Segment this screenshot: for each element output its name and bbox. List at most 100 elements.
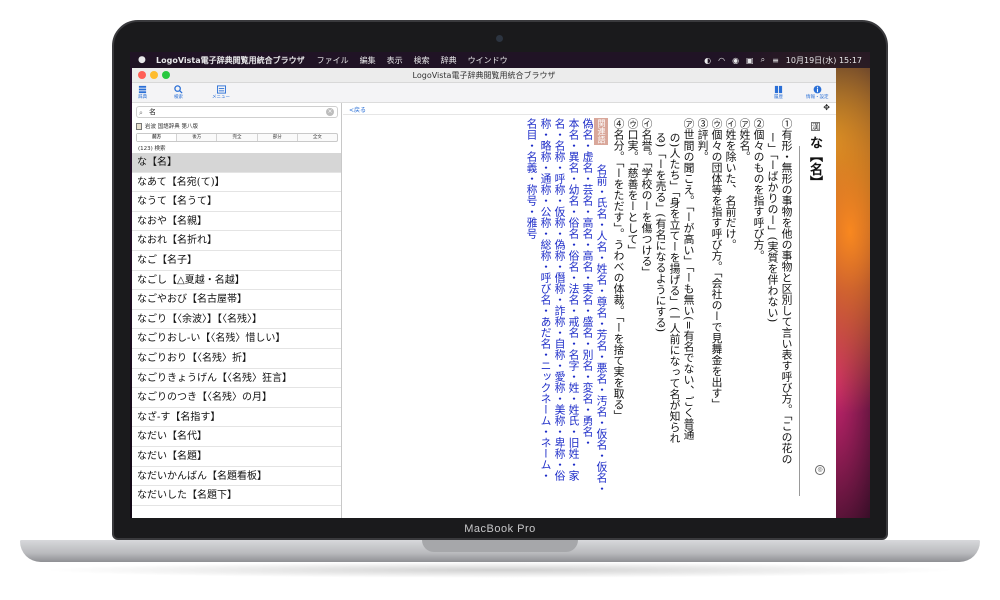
back-button[interactable]: <戻る (349, 105, 366, 114)
close-icon[interactable] (138, 71, 146, 79)
entry-line: ③評判。 (696, 118, 709, 162)
kanji-icon[interactable]: 漢 (811, 122, 820, 131)
list-item[interactable]: なごし【△夏越・名越】 (132, 271, 341, 291)
zoom-icon[interactable] (162, 71, 170, 79)
dictionaries-button[interactable]: 辞典 (138, 85, 147, 100)
laptop-shadow (40, 562, 960, 578)
dictionary-name: 岩波 国語辞典 第八版 (145, 124, 198, 130)
history-icon (774, 85, 783, 94)
entry-pane: <戻る ✥ 漢 な【名】 ①有形・無形の事物を他の事物と区別して言い表す呼び方。… (343, 103, 836, 518)
menu-icon (216, 85, 226, 94)
list-item[interactable]: なおれ【名折れ】 (132, 231, 341, 251)
read-aloud-icon[interactable]: ◎ (815, 465, 825, 475)
user-icon[interactable]: ◉ (732, 56, 739, 65)
mode-exact[interactable]: 完全 (217, 134, 258, 141)
dictionary-selector[interactable]: 岩波 国語辞典 第八版 (136, 122, 198, 130)
toolbar: 辞典 検索 メニュー 履歴 情報・設定 (132, 83, 836, 103)
menu-button[interactable]: メニュー (212, 85, 230, 100)
search-icon[interactable]: ⌕ (761, 55, 765, 65)
related-line[interactable]: 称・略称・通称・公称・総称・呼び名・あだ名・ニックネーム・ネーム・ (538, 118, 552, 481)
search-button[interactable]: 検索 (174, 85, 183, 100)
entry-line: ㋒口実。「慈善をーとして」 (626, 118, 639, 256)
menu-label: メニュー (212, 95, 230, 100)
list-item[interactable]: なごり【〈余波〉】【〈名残〉】 (132, 310, 341, 330)
mode-suffix[interactable]: 後方 (177, 134, 218, 141)
menu-file[interactable]: ファイル (317, 55, 349, 66)
wifi-icon[interactable]: ◠ (718, 56, 725, 65)
history-button[interactable]: 履歴 (774, 85, 783, 100)
menu-app-name[interactable]: LogoVista電子辞典閲覧用統合ブラウザ (156, 55, 305, 66)
history-label: 履歴 (774, 95, 783, 100)
mode-fulltext[interactable]: 全文 (298, 134, 337, 141)
magnifier-icon (174, 85, 183, 94)
list-item[interactable]: な【名】 (132, 153, 341, 173)
device-label: MacBook Pro (464, 523, 536, 535)
list-item[interactable]: なご【名子】 (132, 251, 341, 271)
divider (799, 146, 800, 496)
sidebar: ⌕ 名 × 岩波 国語辞典 第八版 前方 後方 完全 部分 全文 (123) 検… (132, 103, 342, 518)
info-label: 情報・設定 (806, 95, 829, 100)
mode-prefix[interactable]: 前方 (137, 134, 178, 141)
related-line[interactable]: 偽名・虚名・芸名・高名・高名・実名・盛名・別名・変名・勇名・ (580, 118, 594, 448)
search-value: 名 (149, 108, 156, 116)
list-item[interactable]: なごやおび【名古屋帯】 (132, 290, 341, 310)
move-icon[interactable]: ✥ (823, 103, 830, 112)
search-label: 検索 (174, 95, 183, 100)
entry-line: ㋐姓名。 (738, 118, 751, 162)
window-title: LogoVista電子辞典閲覧用統合ブラウザ (412, 71, 556, 80)
result-list: な【名】 なあて【名宛(て)】 なうて【名うて】 なおや【名親】 なおれ【名折れ… (132, 153, 341, 506)
related-line[interactable]: 本名・異名・幼名・俗名・俗名・法名・戒名・名字・姓・姓氏・旧姓・家 (566, 118, 580, 481)
list-item[interactable]: なあて【名宛(て)】 (132, 173, 341, 193)
input-method-icon[interactable]: ▣ (746, 56, 754, 65)
related-line[interactable]: 名・名称・呼称・仮称・偽称・僭称・詐称・自称・愛称・美称・卑称・俗 (552, 118, 566, 481)
info-icon (813, 85, 822, 94)
entry-line: ②個々のものを指す呼び方。 (752, 118, 765, 261)
menu-dictionary[interactable]: 辞典 (441, 55, 457, 66)
list-item[interactable]: なおや【名親】 (132, 212, 341, 232)
laptop-notch (422, 540, 578, 552)
list-item[interactable]: なごりのつき【〈名残〉の月】 (132, 388, 341, 408)
app-window: LogoVista電子辞典閲覧用統合ブラウザ 辞典 検索 メニュー 履歴 情報・… (132, 68, 836, 518)
list-item[interactable]: なごりおし-い【〈名残〉惜しい】 (132, 329, 341, 349)
list-item[interactable]: なうて【名うて】 (132, 192, 341, 212)
minimize-icon[interactable] (150, 71, 158, 79)
list-item[interactable]: なざ-す【名指す】 (132, 408, 341, 428)
laptop: MacBook Pro ● LogoVista電子辞典閲覧用統合ブラウザ ファイ… (0, 0, 1000, 600)
list-item[interactable]: なだい【名題】 (132, 447, 341, 467)
apple-icon[interactable]: ● (138, 55, 150, 65)
menu-bar: ● LogoVista電子辞典閲覧用統合ブラウザ ファイル 編集 表示 検索 辞… (130, 52, 870, 68)
list-item[interactable]: なごりきょうげん【〈名残〉狂言】 (132, 369, 341, 389)
list-item[interactable]: なだい【名代】 (132, 427, 341, 447)
screen: ● LogoVista電子辞典閲覧用統合ブラウザ ファイル 編集 表示 検索 辞… (130, 52, 870, 518)
entry-line: る)「ーを売る」(有名になるようにする) (654, 132, 667, 333)
menu-search[interactable]: 検索 (414, 55, 430, 66)
info-button[interactable]: 情報・設定 (806, 85, 829, 100)
window-titlebar: LogoVista電子辞典閲覧用統合ブラウザ (132, 68, 836, 83)
mode-partial[interactable]: 部分 (258, 134, 298, 141)
entry-line: ㋑姓を除いた、名前だけ。 (724, 118, 737, 250)
clear-search-icon[interactable]: × (326, 108, 334, 116)
window-controls (138, 71, 170, 79)
entry-line: ④名分。「ーをただす」。うわべの体裁。「ーを捨て実を取る」 (612, 118, 625, 421)
search-input[interactable]: ⌕ 名 × (136, 106, 338, 118)
related-line[interactable]: 名前・氏名・人名・姓名・尊名・芳名・悪名・汚名・仮名・仮名・ (594, 164, 608, 494)
status-area: ◐ ◠ ◉ ▣ ⌕ ≡ 10月19日(水) 15:17 (704, 55, 862, 66)
list-item[interactable]: なごりおり【〈名残〉折】 (132, 349, 341, 369)
related-line[interactable]: 名目・名義・称号・雅号 (524, 118, 538, 239)
list-item[interactable]: なだいした【名題下】 (132, 486, 341, 506)
book-icon (136, 122, 142, 130)
menu-window[interactable]: ウインドウ (468, 55, 508, 66)
entry-body: 漢 な【名】 ①有形・無形の事物を他の事物と区別して言い表す呼び方。「この花の … (453, 118, 823, 508)
menu-edit[interactable]: 編集 (360, 55, 376, 66)
control-center-icon[interactable]: ≡ (772, 56, 779, 65)
entry-line: の)人たち」「身を立てーを揚げる」(一人前になって名が知られ (668, 132, 681, 444)
clock[interactable]: 10月19日(水) 15:17 (786, 55, 862, 66)
entry-line: ㋒個々の団体等を指す呼び方。「会社のーで見舞金を出す」 (710, 118, 723, 410)
entry-navbar: <戻る ✥ (343, 103, 836, 115)
camera-icon (496, 35, 503, 42)
search-field-icon: ⌕ (139, 109, 143, 117)
menu-view[interactable]: 表示 (387, 55, 403, 66)
status-icon[interactable]: ◐ (704, 56, 711, 65)
list-item[interactable]: なだいかんばん【名題看板】 (132, 467, 341, 487)
entry-line: ㋑名誉。「学校のーを傷つける」 (640, 118, 653, 278)
